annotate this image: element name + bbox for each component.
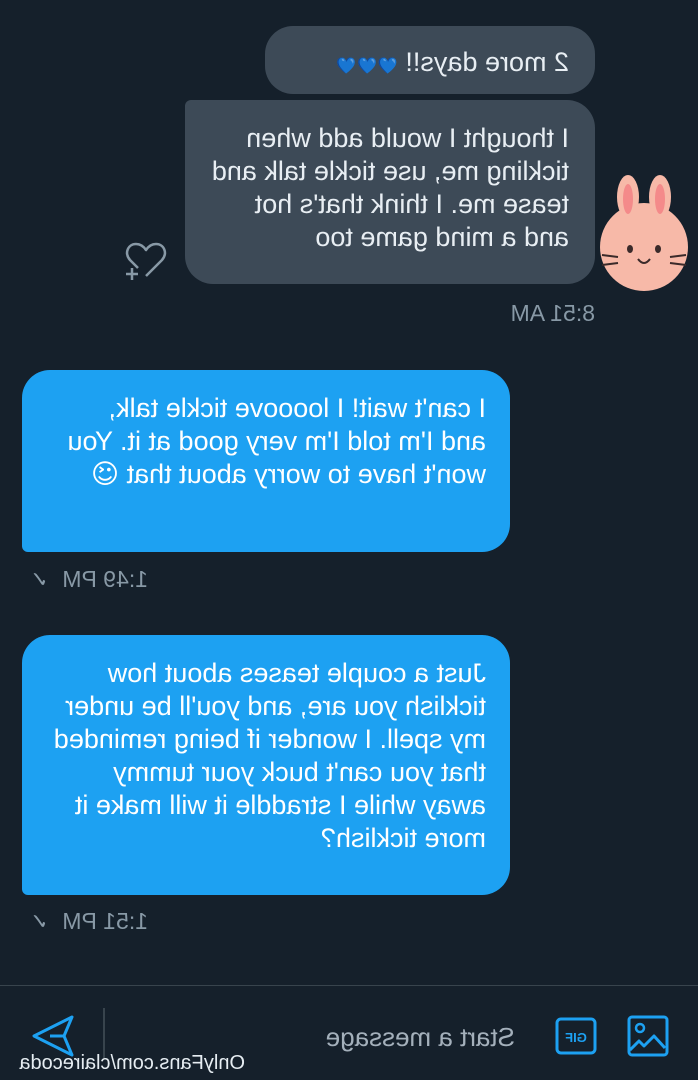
message-timestamp: 1:51 PM ✓ — [30, 908, 148, 935]
wink-emoji: 😉 — [90, 459, 120, 490]
sent-check-icon: ✓ — [29, 567, 49, 592]
message-text: I can't wait! I loooove tickle talk, and… — [66, 392, 486, 491]
message-text: I thought I would add when tickling me, … — [211, 123, 569, 252]
add-reaction-icon[interactable] — [124, 238, 168, 282]
dm-screen: 2 more days!! 💙💙💙 I thought I would add … — [0, 0, 698, 1080]
message-bubble-received[interactable]: 2 more days!! 💙💙💙 — [265, 26, 595, 94]
sent-check-icon: ✓ — [29, 909, 49, 934]
message-timestamp: 1:49 PM ✓ — [30, 566, 148, 593]
message-input[interactable] — [103, 1008, 523, 1058]
message-timestamp: 8:51 AM — [511, 300, 595, 327]
timestamp-text: 1:51 PM — [62, 908, 148, 934]
message-text: Just a couple teases about how ticklish … — [53, 658, 486, 853]
image-icon[interactable] — [626, 1014, 670, 1058]
timestamp-text: 1:49 PM — [62, 566, 148, 592]
message-bubble-received[interactable]: I thought I would add when tickling me, … — [185, 100, 595, 284]
message-text: 2 more days!! — [397, 47, 569, 77]
message-text-body: I can't wait! I loooove tickle talk, and… — [67, 393, 486, 489]
message-bubble-sent[interactable]: Just a couple teases about how ticklish … — [22, 635, 510, 895]
message-bubble-sent[interactable]: I can't wait! I loooove tickle talk, and… — [22, 370, 510, 552]
bunny-avatar-icon[interactable] — [598, 175, 690, 295]
blue-hearts-emoji: 💙💙💙 — [335, 56, 398, 75]
timestamp-text: 8:51 AM — [510, 300, 595, 326]
gif-icon[interactable]: GIF — [554, 1016, 598, 1056]
watermark: OnlyFans.com/clairecoda — [19, 1052, 245, 1074]
gif-label: GIF — [565, 1030, 587, 1045]
